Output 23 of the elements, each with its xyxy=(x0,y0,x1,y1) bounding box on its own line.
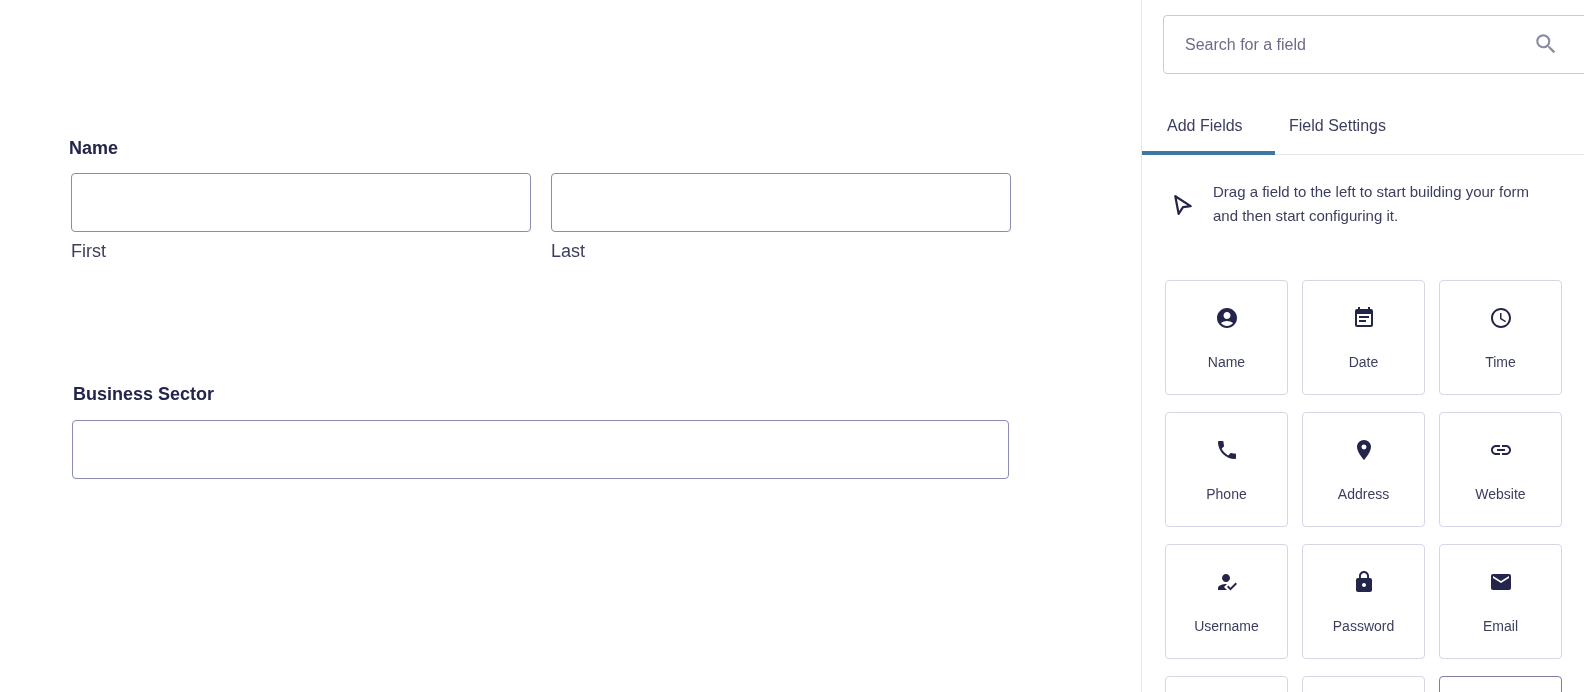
tab[interactable]: Add Fields xyxy=(1142,100,1275,155)
field-tile[interactable]: Email xyxy=(1439,544,1562,659)
field-tile[interactable]: Date xyxy=(1302,280,1425,395)
field-tile[interactable]: Website xyxy=(1439,412,1562,527)
sub-label: First xyxy=(71,240,107,263)
hint-text: Drag a field to the left to start building your form and then start configuring it. xyxy=(1213,182,1530,226)
field-tile[interactable]: Password xyxy=(1302,544,1425,659)
sub-label: Last xyxy=(551,240,587,263)
field-label: Name xyxy=(69,137,120,160)
text-input[interactable] xyxy=(72,420,1009,479)
field-tile[interactable]: Name xyxy=(1165,280,1288,395)
field-tile[interactable]: Time xyxy=(1439,280,1562,395)
clock-icon xyxy=(1488,306,1513,330)
search-field[interactable]: Search for a field xyxy=(1163,15,1584,74)
field-label: Business Sector xyxy=(73,383,216,406)
pointer-icon xyxy=(1172,194,1194,216)
field-tile[interactable]: Phone xyxy=(1165,412,1288,527)
tab[interactable]: Field Settings xyxy=(1275,100,1415,155)
user-icon xyxy=(1214,306,1239,330)
text-input[interactable] xyxy=(71,173,531,232)
field-tile[interactable]: Address xyxy=(1302,412,1425,527)
field-tile[interactable]: Username xyxy=(1165,544,1288,659)
text-input[interactable] xyxy=(551,173,1011,232)
